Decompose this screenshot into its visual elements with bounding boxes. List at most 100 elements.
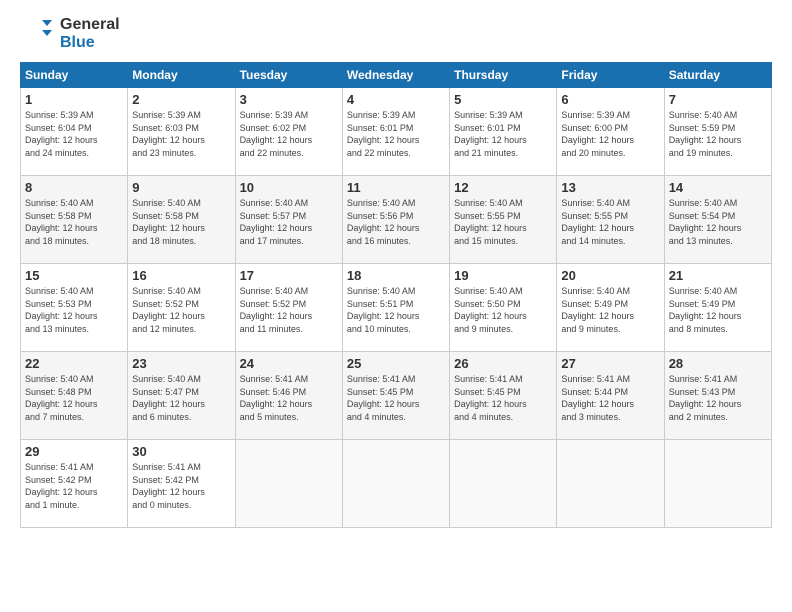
day-info: Sunrise: 5:40 AMSunset: 5:51 PMDaylight:… bbox=[347, 285, 445, 335]
day-info: Sunrise: 5:41 AMSunset: 5:45 PMDaylight:… bbox=[347, 373, 445, 423]
week-row-4: 22Sunrise: 5:40 AMSunset: 5:48 PMDayligh… bbox=[21, 352, 772, 440]
day-number: 14 bbox=[669, 180, 767, 195]
calendar-header: SundayMondayTuesdayWednesdayThursdayFrid… bbox=[21, 63, 772, 88]
day-info: Sunrise: 5:40 AMSunset: 5:52 PMDaylight:… bbox=[240, 285, 338, 335]
day-number: 25 bbox=[347, 356, 445, 371]
calendar-cell: 1 Sunrise: 5:39 AMSunset: 6:04 PMDaylight… bbox=[21, 88, 128, 176]
day-info: Sunrise: 5:40 AMSunset: 5:58 PMDaylight:… bbox=[25, 197, 123, 247]
day-number: 28 bbox=[669, 356, 767, 371]
calendar-cell: 25 Sunrise: 5:41 AMSunset: 5:45 PMDayligh… bbox=[342, 352, 449, 440]
day-number: 18 bbox=[347, 268, 445, 283]
calendar-table: SundayMondayTuesdayWednesdayThursdayFrid… bbox=[20, 62, 772, 528]
week-row-2: 8 Sunrise: 5:40 AMSunset: 5:58 PMDaylight… bbox=[21, 176, 772, 264]
day-number: 17 bbox=[240, 268, 338, 283]
calendar-cell: 29 Sunrise: 5:41 AMSunset: 5:42 PMDayligh… bbox=[21, 440, 128, 528]
calendar-cell: 5 Sunrise: 5:39 AMSunset: 6:01 PMDaylight… bbox=[450, 88, 557, 176]
day-info: Sunrise: 5:40 AMSunset: 5:57 PMDaylight:… bbox=[240, 197, 338, 247]
calendar-cell bbox=[235, 440, 342, 528]
calendar-cell bbox=[450, 440, 557, 528]
day-info: Sunrise: 5:40 AMSunset: 5:53 PMDaylight:… bbox=[25, 285, 123, 335]
weekday-header-tuesday: Tuesday bbox=[235, 63, 342, 88]
day-number: 22 bbox=[25, 356, 123, 371]
day-info: Sunrise: 5:40 AMSunset: 5:58 PMDaylight:… bbox=[132, 197, 230, 247]
day-info: Sunrise: 5:40 AMSunset: 5:59 PMDaylight:… bbox=[669, 109, 767, 159]
weekday-header-sunday: Sunday bbox=[21, 63, 128, 88]
calendar-cell: 6 Sunrise: 5:39 AMSunset: 6:00 PMDaylight… bbox=[557, 88, 664, 176]
day-info: Sunrise: 5:39 AMSunset: 6:04 PMDaylight:… bbox=[25, 109, 123, 159]
day-info: Sunrise: 5:39 AMSunset: 6:02 PMDaylight:… bbox=[240, 109, 338, 159]
week-row-5: 29 Sunrise: 5:41 AMSunset: 5:42 PMDayligh… bbox=[21, 440, 772, 528]
day-number: 30 bbox=[132, 444, 230, 459]
day-info: Sunrise: 5:40 AMSunset: 5:49 PMDaylight:… bbox=[669, 285, 767, 335]
calendar-cell: 27Sunrise: 5:41 AMSunset: 5:44 PMDayligh… bbox=[557, 352, 664, 440]
calendar-cell: 4 Sunrise: 5:39 AMSunset: 6:01 PMDaylight… bbox=[342, 88, 449, 176]
day-number: 19 bbox=[454, 268, 552, 283]
calendar-cell: 3 Sunrise: 5:39 AMSunset: 6:02 PMDaylight… bbox=[235, 88, 342, 176]
calendar-cell: 26 Sunrise: 5:41 AMSunset: 5:45 PMDayligh… bbox=[450, 352, 557, 440]
calendar-cell: 21 Sunrise: 5:40 AMSunset: 5:49 PMDayligh… bbox=[664, 264, 771, 352]
day-info: Sunrise: 5:39 AMSunset: 6:01 PMDaylight:… bbox=[454, 109, 552, 159]
calendar-cell: 13Sunrise: 5:40 AMSunset: 5:55 PMDayligh… bbox=[557, 176, 664, 264]
logo-blue: Blue bbox=[60, 34, 120, 52]
weekday-header-wednesday: Wednesday bbox=[342, 63, 449, 88]
calendar-cell: 15 Sunrise: 5:40 AMSunset: 5:53 PMDayligh… bbox=[21, 264, 128, 352]
day-info: Sunrise: 5:40 AMSunset: 5:52 PMDaylight:… bbox=[132, 285, 230, 335]
day-number: 23 bbox=[132, 356, 230, 371]
day-number: 29 bbox=[25, 444, 123, 459]
calendar-body: 1 Sunrise: 5:39 AMSunset: 6:04 PMDaylight… bbox=[21, 88, 772, 528]
day-number: 26 bbox=[454, 356, 552, 371]
week-row-3: 15 Sunrise: 5:40 AMSunset: 5:53 PMDayligh… bbox=[21, 264, 772, 352]
day-number: 8 bbox=[25, 180, 123, 195]
page: GeneralBlue SundayMondayTuesdayWednesday… bbox=[0, 0, 792, 612]
day-info: Sunrise: 5:41 AMSunset: 5:42 PMDaylight:… bbox=[25, 461, 123, 511]
logo-general: General bbox=[60, 16, 120, 34]
calendar-cell: 11 Sunrise: 5:40 AMSunset: 5:56 PMDayligh… bbox=[342, 176, 449, 264]
day-number: 24 bbox=[240, 356, 338, 371]
logo: GeneralBlue bbox=[20, 16, 120, 52]
day-info: Sunrise: 5:40 AMSunset: 5:55 PMDaylight:… bbox=[454, 197, 552, 247]
weekday-header-friday: Friday bbox=[557, 63, 664, 88]
day-number: 4 bbox=[347, 92, 445, 107]
weekday-header-monday: Monday bbox=[128, 63, 235, 88]
calendar-cell: 18 Sunrise: 5:40 AMSunset: 5:51 PMDayligh… bbox=[342, 264, 449, 352]
day-number: 12 bbox=[454, 180, 552, 195]
day-info: Sunrise: 5:40 AMSunset: 5:50 PMDaylight:… bbox=[454, 285, 552, 335]
day-info: Sunrise: 5:40 AMSunset: 5:54 PMDaylight:… bbox=[669, 197, 767, 247]
calendar-cell: 20Sunrise: 5:40 AMSunset: 5:49 PMDayligh… bbox=[557, 264, 664, 352]
day-info: Sunrise: 5:41 AMSunset: 5:44 PMDaylight:… bbox=[561, 373, 659, 423]
day-number: 5 bbox=[454, 92, 552, 107]
calendar-cell: 28 Sunrise: 5:41 AMSunset: 5:43 PMDayligh… bbox=[664, 352, 771, 440]
calendar-cell bbox=[557, 440, 664, 528]
day-number: 20 bbox=[561, 268, 659, 283]
calendar-cell bbox=[342, 440, 449, 528]
calendar-cell: 9Sunrise: 5:40 AMSunset: 5:58 PMDaylight… bbox=[128, 176, 235, 264]
day-number: 3 bbox=[240, 92, 338, 107]
day-info: Sunrise: 5:41 AMSunset: 5:45 PMDaylight:… bbox=[454, 373, 552, 423]
calendar-cell bbox=[664, 440, 771, 528]
day-number: 11 bbox=[347, 180, 445, 195]
day-number: 6 bbox=[561, 92, 659, 107]
day-info: Sunrise: 5:40 AMSunset: 5:47 PMDaylight:… bbox=[132, 373, 230, 423]
calendar-cell: 12 Sunrise: 5:40 AMSunset: 5:55 PMDayligh… bbox=[450, 176, 557, 264]
day-info: Sunrise: 5:39 AMSunset: 6:03 PMDaylight:… bbox=[132, 109, 230, 159]
logo-svg bbox=[20, 16, 56, 52]
day-number: 7 bbox=[669, 92, 767, 107]
calendar-cell: 17 Sunrise: 5:40 AMSunset: 5:52 PMDayligh… bbox=[235, 264, 342, 352]
day-number: 21 bbox=[669, 268, 767, 283]
calendar-cell: 24Sunrise: 5:41 AMSunset: 5:46 PMDayligh… bbox=[235, 352, 342, 440]
calendar-cell: 14 Sunrise: 5:40 AMSunset: 5:54 PMDayligh… bbox=[664, 176, 771, 264]
calendar-cell: 8 Sunrise: 5:40 AMSunset: 5:58 PMDaylight… bbox=[21, 176, 128, 264]
day-info: Sunrise: 5:40 AMSunset: 5:55 PMDaylight:… bbox=[561, 197, 659, 247]
day-number: 1 bbox=[25, 92, 123, 107]
calendar-cell: 16Sunrise: 5:40 AMSunset: 5:52 PMDayligh… bbox=[128, 264, 235, 352]
day-info: Sunrise: 5:41 AMSunset: 5:43 PMDaylight:… bbox=[669, 373, 767, 423]
day-info: Sunrise: 5:40 AMSunset: 5:56 PMDaylight:… bbox=[347, 197, 445, 247]
day-number: 15 bbox=[25, 268, 123, 283]
calendar-cell: 30 Sunrise: 5:41 AMSunset: 5:42 PMDayligh… bbox=[128, 440, 235, 528]
week-row-1: 1 Sunrise: 5:39 AMSunset: 6:04 PMDaylight… bbox=[21, 88, 772, 176]
day-info: Sunrise: 5:39 AMSunset: 6:01 PMDaylight:… bbox=[347, 109, 445, 159]
weekday-header-saturday: Saturday bbox=[664, 63, 771, 88]
day-info: Sunrise: 5:41 AMSunset: 5:42 PMDaylight:… bbox=[132, 461, 230, 511]
calendar-cell: 2Sunrise: 5:39 AMSunset: 6:03 PMDaylight… bbox=[128, 88, 235, 176]
day-info: Sunrise: 5:39 AMSunset: 6:00 PMDaylight:… bbox=[561, 109, 659, 159]
